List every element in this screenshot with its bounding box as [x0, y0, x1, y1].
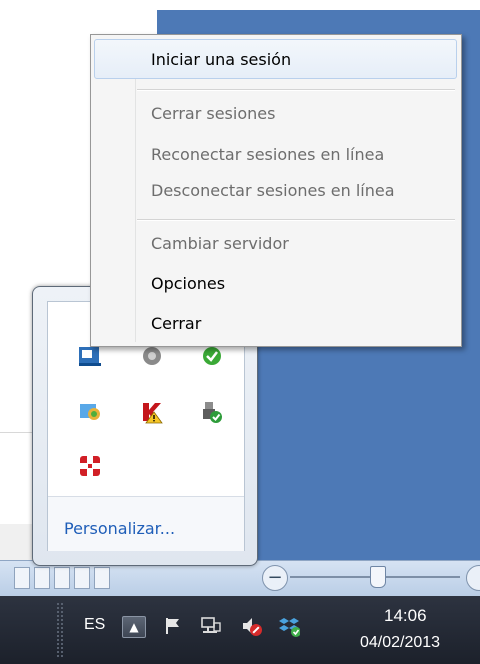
fortinet-icon[interactable]: [76, 452, 104, 480]
menu-separator: [137, 219, 455, 221]
network-icon[interactable]: [200, 614, 222, 638]
menu-gutter: [135, 39, 136, 342]
menu-item-close[interactable]: Cerrar: [151, 314, 201, 333]
view-button[interactable]: [14, 567, 30, 589]
caret-up-icon[interactable]: ▲: [122, 616, 146, 638]
clock-date[interactable]: 04/02/2013: [360, 634, 440, 652]
view-button[interactable]: [74, 567, 90, 589]
language-indicator[interactable]: ES: [84, 616, 105, 634]
view-button[interactable]: [34, 567, 50, 589]
view-button[interactable]: [54, 567, 70, 589]
zoom-in-button[interactable]: [466, 565, 480, 591]
kaspersky-warning-icon[interactable]: [138, 398, 166, 426]
menu-item-start-session[interactable]: Iniciar una sesión: [151, 50, 291, 69]
clock-time[interactable]: 14:06: [384, 606, 427, 626]
zoom-out-button[interactable]: −: [262, 565, 288, 591]
volume-muted-icon[interactable]: [240, 614, 262, 638]
menu-item-options[interactable]: Opciones: [151, 274, 225, 293]
action-center-flag-icon[interactable]: [162, 614, 184, 638]
menu-item-disconnect-online[interactable]: Desconectar sesiones en línea: [151, 181, 395, 200]
view-button[interactable]: [94, 567, 110, 589]
network-globe-icon[interactable]: [76, 398, 104, 426]
menu-separator: [137, 89, 455, 91]
menu-item-change-server[interactable]: Cambiar servidor: [151, 234, 289, 253]
context-menu: Iniciar una sesión Cerrar sesiones Recon…: [90, 34, 462, 347]
taskbar: ES ▲ 14:06 04/02/2013: [0, 596, 480, 664]
menu-item-reconnect-online[interactable]: Reconectar sesiones en línea: [151, 145, 384, 164]
taskbar-grip[interactable]: [56, 602, 64, 658]
customize-link[interactable]: Personalizar...: [64, 519, 175, 538]
dropbox-icon[interactable]: [278, 614, 300, 638]
usb-safe-remove-icon[interactable]: [198, 398, 226, 426]
zoom-slider-thumb[interactable]: [370, 566, 386, 588]
customize-row: Personalizar...: [48, 496, 244, 551]
menu-item-close-sessions[interactable]: Cerrar sesiones: [151, 104, 275, 123]
